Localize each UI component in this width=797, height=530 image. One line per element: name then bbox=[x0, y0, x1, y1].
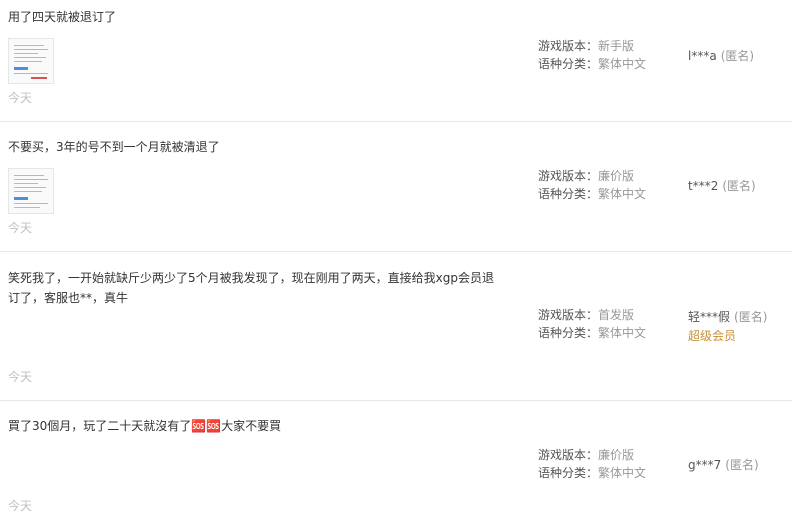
language-label: 语种分类： bbox=[538, 466, 599, 480]
version-label: 游戏版本： bbox=[538, 308, 599, 322]
reviewer: g***7 (匿名) bbox=[688, 456, 759, 474]
review-item: 不要买，3年的号不到一个月就被清退了 今天 游戏版本：廉价版 语种分类：繁体中文… bbox=[0, 122, 792, 252]
language-value: 繁体中文 bbox=[598, 326, 647, 340]
review-content: 不要买，3年的号不到一个月就被清退了 bbox=[8, 140, 220, 154]
language-value: 繁体中文 bbox=[598, 57, 647, 71]
review-item: 笑死我了，一开始就缺斤少两少了5个月被我发现了，现在刚用了两天，直接给我xgp会… bbox=[0, 252, 792, 401]
version-value: 廉价版 bbox=[598, 448, 635, 462]
anonymous-tag: (匿名) bbox=[720, 49, 755, 63]
vip-badge[interactable]: 超级会员 bbox=[688, 327, 767, 345]
review-meta: 游戏版本：廉价版 语种分类：繁体中文 bbox=[538, 167, 646, 203]
language-value: 繁体中文 bbox=[598, 466, 647, 480]
reviewer: 轻***假 (匿名) 超级会员 bbox=[688, 308, 767, 345]
review-item: 用了四天就被退订了 今天 游戏版本：新手版 语种分类：繁体中文 l***a (匿名… bbox=[0, 0, 792, 122]
reviewer-name: l***a bbox=[688, 49, 717, 63]
review-date: 今天 bbox=[8, 499, 33, 513]
review-content: 笑死我了，一开始就缺斤少两少了5个月被我发现了，现在刚用了两天，直接给我xgp会… bbox=[8, 271, 494, 305]
anonymous-tag: (匿名) bbox=[734, 310, 768, 324]
version-value: 新手版 bbox=[598, 39, 635, 53]
anonymous-tag: (匿名) bbox=[722, 179, 756, 193]
reviewer-name: g***7 bbox=[688, 458, 722, 472]
review-content: 用了四天就被退订了 bbox=[8, 10, 117, 24]
language-label: 语种分类： bbox=[538, 326, 599, 340]
language-label: 语种分类： bbox=[538, 187, 599, 201]
reviewer-name: t***2 bbox=[688, 179, 719, 193]
review-meta: 游戏版本：廉价版 语种分类：繁体中文 bbox=[538, 446, 646, 482]
review-date: 今天 bbox=[8, 370, 33, 384]
language-label: 语种分类： bbox=[538, 57, 599, 71]
review-content: 買了30個月，玩了二十天就沒有了🆘🆘大家不要買 bbox=[8, 419, 282, 433]
review-date: 今天 bbox=[8, 91, 33, 105]
reviewer: l***a (匿名) bbox=[688, 47, 754, 65]
anonymous-tag: (匿名) bbox=[725, 458, 759, 472]
version-label: 游戏版本： bbox=[538, 39, 599, 53]
version-label: 游戏版本： bbox=[538, 169, 599, 183]
review-item: 買了30個月，玩了二十天就沒有了🆘🆘大家不要買 今天 游戏版本：廉价版 语种分类… bbox=[0, 401, 792, 530]
review-meta: 游戏版本：新手版 语种分类：繁体中文 bbox=[538, 37, 646, 73]
review-date: 今天 bbox=[8, 221, 33, 235]
reviewer-name: 轻***假 bbox=[688, 310, 731, 324]
reviewer: t***2 (匿名) bbox=[688, 177, 756, 195]
version-label: 游戏版本： bbox=[538, 448, 599, 462]
review-image-thumbnail[interactable] bbox=[8, 38, 54, 84]
review-image-thumbnail[interactable] bbox=[8, 168, 54, 214]
review-meta: 游戏版本：首发版 语种分类：繁体中文 bbox=[538, 306, 646, 342]
review-list: 用了四天就被退订了 今天 游戏版本：新手版 语种分类：繁体中文 l***a (匿名… bbox=[0, 0, 797, 530]
version-value: 廉价版 bbox=[598, 169, 635, 183]
version-value: 首发版 bbox=[598, 308, 635, 322]
language-value: 繁体中文 bbox=[598, 187, 647, 201]
